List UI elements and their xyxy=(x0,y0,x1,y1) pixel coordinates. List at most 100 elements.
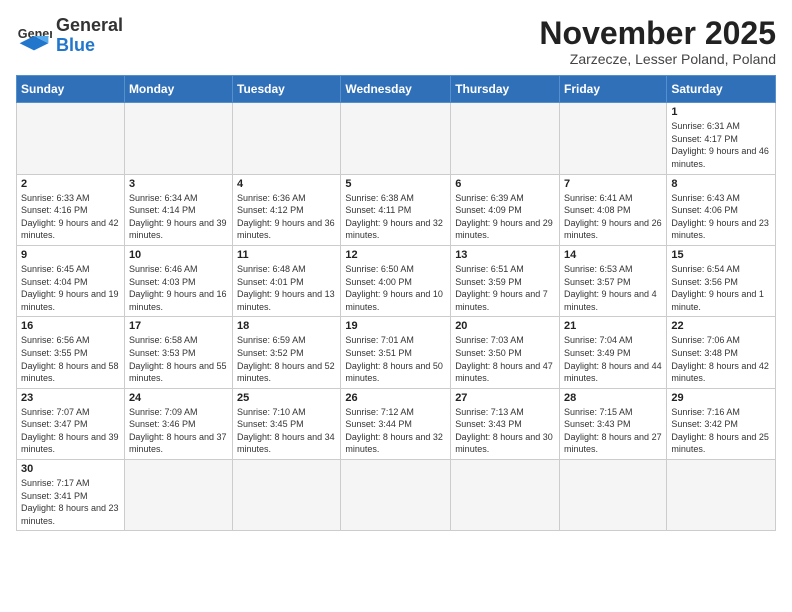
calendar-empty xyxy=(233,460,341,531)
calendar-row: 23 Sunrise: 7:07 AMSunset: 3:47 PMDayligh… xyxy=(17,388,776,459)
day-info: Sunrise: 6:43 AMSunset: 4:06 PMDaylight:… xyxy=(671,192,771,242)
day-info: Sunrise: 6:51 AMSunset: 3:59 PMDaylight:… xyxy=(455,263,555,313)
calendar-day: 22Sunrise: 7:06 AMSunset: 3:48 PMDayligh… xyxy=(667,317,776,388)
calendar-empty xyxy=(451,103,560,174)
calendar-row: 2 Sunrise: 6:33 AMSunset: 4:16 PMDaylight… xyxy=(17,174,776,245)
header-wednesday: Wednesday xyxy=(341,76,451,103)
header-sunday: Sunday xyxy=(17,76,125,103)
calendar-day: 2 Sunrise: 6:33 AMSunset: 4:16 PMDaylight… xyxy=(17,174,125,245)
day-number: 23 xyxy=(21,392,120,404)
day-number: 21 xyxy=(564,320,662,332)
calendar-empty xyxy=(667,460,776,531)
day-number: 27 xyxy=(455,392,555,404)
header-monday: Monday xyxy=(124,76,232,103)
calendar-day: 20Sunrise: 7:03 AMSunset: 3:50 PMDayligh… xyxy=(451,317,560,388)
calendar-empty xyxy=(341,460,451,531)
day-info: Sunrise: 7:07 AMSunset: 3:47 PMDaylight:… xyxy=(21,406,120,456)
day-number: 30 xyxy=(21,463,120,475)
day-info: Sunrise: 6:53 AMSunset: 3:57 PMDaylight:… xyxy=(564,263,662,313)
day-number: 7 xyxy=(564,178,662,190)
logo: General GeneralBlue xyxy=(16,16,123,56)
calendar-day: 4 Sunrise: 6:36 AMSunset: 4:12 PMDaylight… xyxy=(233,174,341,245)
day-info: Sunrise: 6:50 AMSunset: 4:00 PMDaylight:… xyxy=(345,263,446,313)
calendar-empty xyxy=(124,103,232,174)
day-number: 5 xyxy=(345,178,446,190)
day-info: Sunrise: 6:39 AMSunset: 4:09 PMDaylight:… xyxy=(455,192,555,242)
calendar-day: 29Sunrise: 7:16 AMSunset: 3:42 PMDayligh… xyxy=(667,388,776,459)
calendar-day: 12 Sunrise: 6:50 AMSunset: 4:00 PMDayligh… xyxy=(341,245,451,316)
day-number: 10 xyxy=(129,249,228,261)
calendar-day: 11Sunrise: 6:48 AMSunset: 4:01 PMDayligh… xyxy=(233,245,341,316)
calendar-row: 9 Sunrise: 6:45 AMSunset: 4:04 PMDaylight… xyxy=(17,245,776,316)
day-number: 3 xyxy=(129,178,228,190)
day-info: Sunrise: 7:12 AMSunset: 3:44 PMDaylight:… xyxy=(345,406,446,456)
day-number: 13 xyxy=(455,249,555,261)
day-number: 20 xyxy=(455,320,555,332)
title-block: November 2025 Zarzecze, Lesser Poland, P… xyxy=(539,16,776,67)
calendar-day: 21 Sunrise: 7:04 AMSunset: 3:49 PMDayligh… xyxy=(560,317,667,388)
day-info: Sunrise: 7:09 AMSunset: 3:46 PMDaylight:… xyxy=(129,406,228,456)
day-info: Sunrise: 7:13 AMSunset: 3:43 PMDaylight:… xyxy=(455,406,555,456)
calendar-day: 15Sunrise: 6:54 AMSunset: 3:56 PMDayligh… xyxy=(667,245,776,316)
day-info: Sunrise: 6:58 AMSunset: 3:53 PMDaylight:… xyxy=(129,334,228,384)
day-info: Sunrise: 6:31 AMSunset: 4:17 PMDaylight:… xyxy=(671,120,771,170)
header-tuesday: Tuesday xyxy=(233,76,341,103)
calendar-empty xyxy=(341,103,451,174)
calendar-day: 28 Sunrise: 7:15 AMSunset: 3:43 PMDayligh… xyxy=(560,388,667,459)
day-info: Sunrise: 6:33 AMSunset: 4:16 PMDaylight:… xyxy=(21,192,120,242)
header-friday: Friday xyxy=(560,76,667,103)
calendar-day: 19 Sunrise: 7:01 AMSunset: 3:51 PMDayligh… xyxy=(341,317,451,388)
day-number: 25 xyxy=(237,392,336,404)
day-info: Sunrise: 6:41 AMSunset: 4:08 PMDaylight:… xyxy=(564,192,662,242)
calendar-day: 6 Sunrise: 6:39 AMSunset: 4:09 PMDaylight… xyxy=(451,174,560,245)
day-number: 26 xyxy=(345,392,446,404)
day-number: 16 xyxy=(21,320,120,332)
day-number: 12 xyxy=(345,249,446,261)
day-number: 6 xyxy=(455,178,555,190)
day-number: 2 xyxy=(21,178,120,190)
day-number: 28 xyxy=(564,392,662,404)
day-info: Sunrise: 6:59 AMSunset: 3:52 PMDaylight:… xyxy=(237,334,336,384)
day-number: 9 xyxy=(21,249,120,261)
day-number: 1 xyxy=(671,106,771,118)
day-number: 22 xyxy=(671,320,771,332)
calendar-empty xyxy=(17,103,125,174)
day-number: 19 xyxy=(345,320,446,332)
day-number: 4 xyxy=(237,178,336,190)
calendar-day: 17 Sunrise: 6:58 AMSunset: 3:53 PMDayligh… xyxy=(124,317,232,388)
month-title: November 2025 xyxy=(539,16,776,51)
calendar-day: 18Sunrise: 6:59 AMSunset: 3:52 PMDayligh… xyxy=(233,317,341,388)
calendar-day: 5Sunrise: 6:38 AMSunset: 4:11 PMDaylight… xyxy=(341,174,451,245)
weekday-header-row: Sunday Monday Tuesday Wednesday Thursday… xyxy=(17,76,776,103)
location: Zarzecze, Lesser Poland, Poland xyxy=(539,51,776,67)
day-info: Sunrise: 7:15 AMSunset: 3:43 PMDaylight:… xyxy=(564,406,662,456)
day-info: Sunrise: 7:10 AMSunset: 3:45 PMDaylight:… xyxy=(237,406,336,456)
day-info: Sunrise: 6:54 AMSunset: 3:56 PMDaylight:… xyxy=(671,263,771,313)
day-info: Sunrise: 7:01 AMSunset: 3:51 PMDaylight:… xyxy=(345,334,446,384)
day-number: 17 xyxy=(129,320,228,332)
logo-text: GeneralBlue xyxy=(56,16,123,56)
calendar-day: 25 Sunrise: 7:10 AMSunset: 3:45 PMDayligh… xyxy=(233,388,341,459)
page-header: General GeneralBlue November 2025 Zarzec… xyxy=(16,16,776,67)
header-thursday: Thursday xyxy=(451,76,560,103)
day-info: Sunrise: 6:45 AMSunset: 4:04 PMDaylight:… xyxy=(21,263,120,313)
calendar-day: 23 Sunrise: 7:07 AMSunset: 3:47 PMDayligh… xyxy=(17,388,125,459)
calendar-day: 9 Sunrise: 6:45 AMSunset: 4:04 PMDaylight… xyxy=(17,245,125,316)
day-info: Sunrise: 7:04 AMSunset: 3:49 PMDaylight:… xyxy=(564,334,662,384)
calendar-day: 10Sunrise: 6:46 AMSunset: 4:03 PMDayligh… xyxy=(124,245,232,316)
calendar-day: 7 Sunrise: 6:41 AMSunset: 4:08 PMDaylight… xyxy=(560,174,667,245)
day-info: Sunrise: 6:36 AMSunset: 4:12 PMDaylight:… xyxy=(237,192,336,242)
calendar-row: 16Sunrise: 6:56 AMSunset: 3:55 PMDayligh… xyxy=(17,317,776,388)
calendar-day: 3Sunrise: 6:34 AMSunset: 4:14 PMDaylight… xyxy=(124,174,232,245)
logo-icon: General xyxy=(16,18,52,54)
calendar-empty xyxy=(451,460,560,531)
calendar-empty xyxy=(124,460,232,531)
calendar-day: 8Sunrise: 6:43 AMSunset: 4:06 PMDaylight… xyxy=(667,174,776,245)
day-number: 24 xyxy=(129,392,228,404)
calendar-empty xyxy=(560,460,667,531)
calendar-day: 27 Sunrise: 7:13 AMSunset: 3:43 PMDayligh… xyxy=(451,388,560,459)
calendar-day: 14Sunrise: 6:53 AMSunset: 3:57 PMDayligh… xyxy=(560,245,667,316)
calendar-empty xyxy=(233,103,341,174)
day-info: Sunrise: 6:48 AMSunset: 4:01 PMDaylight:… xyxy=(237,263,336,313)
day-info: Sunrise: 7:17 AMSunset: 3:41 PMDaylight:… xyxy=(21,477,120,527)
